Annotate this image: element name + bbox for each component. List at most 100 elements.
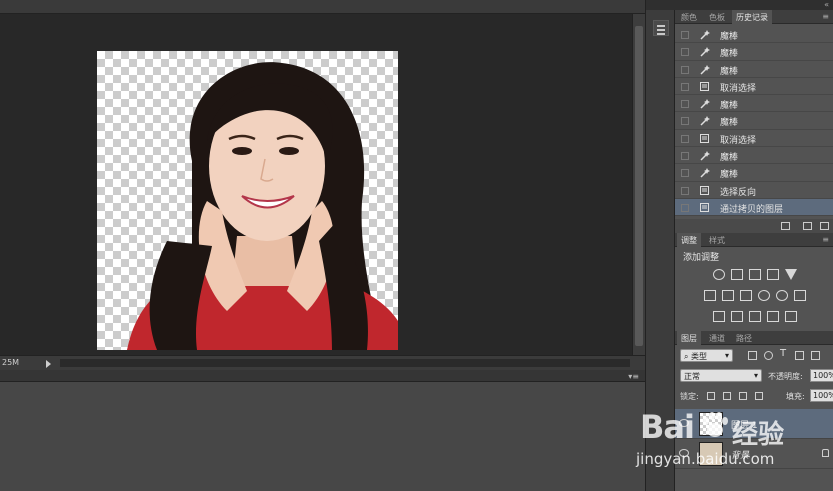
snapshot-checkbox[interactable]	[681, 169, 689, 178]
threshold-icon[interactable]	[749, 311, 761, 322]
exposure-icon[interactable]	[767, 269, 779, 280]
color-lookup-icon[interactable]	[794, 290, 806, 301]
timeline-panel	[0, 382, 645, 491]
magic-wand-icon	[699, 46, 710, 57]
snapshot-checkbox[interactable]	[681, 186, 689, 195]
opacity-input[interactable]: 100%	[810, 369, 833, 382]
vibrance-icon[interactable]	[785, 269, 797, 280]
history-row[interactable]: 魔棒	[675, 95, 833, 113]
photo-filter-icon[interactable]	[758, 290, 770, 301]
document-tab-bar	[0, 0, 645, 14]
kind-filter-select[interactable]: ⌕ 类型 ▾	[680, 349, 733, 362]
posterize-icon[interactable]	[731, 311, 743, 322]
history-row[interactable]: 选择反向	[675, 182, 833, 199]
scroll-thumb[interactable]	[635, 26, 643, 346]
snapshot-checkbox[interactable]	[681, 65, 689, 74]
layers-tabbar: 图层 通道 路径	[675, 331, 833, 345]
fill-label: 填充:	[786, 392, 805, 401]
snapshot-checkbox[interactable]	[681, 117, 689, 126]
lock-position-icon[interactable]	[739, 392, 747, 400]
tab-layers[interactable]: 图层	[677, 331, 701, 345]
brightness-icon[interactable]	[713, 269, 725, 280]
black-white-icon[interactable]	[740, 290, 752, 301]
color-balance-icon[interactable]	[722, 290, 734, 301]
panel-menu-icon[interactable]: ≡	[822, 235, 829, 244]
camera-snapshot-icon[interactable]	[803, 222, 812, 230]
history-label: 取消选择	[720, 83, 757, 94]
watermark-url: jingyan.baidu.com	[636, 450, 775, 468]
panel-menu-icon[interactable]: ≡	[822, 12, 829, 21]
canvas-workspace[interactable]	[0, 14, 632, 355]
snapshot-checkbox[interactable]	[681, 134, 689, 143]
adjustments-title: 添加调整	[683, 253, 720, 263]
watermark-brand-suffix: 经验	[732, 420, 785, 450]
history-row-selected[interactable]: 通过拷贝的图层	[675, 198, 833, 217]
panels-dock-header: «	[675, 0, 833, 10]
pixel-filter-icon[interactable]	[748, 351, 757, 360]
kind-filter-value: 类型	[691, 352, 708, 361]
history-row[interactable]: 魔棒	[675, 26, 833, 44]
snapshot-checkbox[interactable]	[681, 203, 689, 212]
channel-mixer-icon[interactable]	[776, 290, 788, 301]
status-menu-arrow-icon[interactable]	[46, 360, 51, 368]
document-icon	[699, 81, 710, 92]
tab-color[interactable]: 颜色	[677, 10, 701, 24]
adjustment-filter-icon[interactable]	[764, 351, 773, 360]
tab-styles[interactable]: 样式	[705, 233, 729, 247]
tab-paths[interactable]: 路径	[732, 331, 756, 345]
history-label: 取消选择	[720, 135, 757, 146]
vertical-scrollbar[interactable]	[632, 14, 645, 355]
adjustments-body: 添加调整	[675, 248, 833, 330]
blend-mode-select[interactable]: 正常 ▾	[680, 369, 762, 382]
tab-history[interactable]: 历史记录	[732, 10, 772, 24]
selective-color-icon[interactable]	[785, 311, 797, 322]
lock-transparent-icon[interactable]	[707, 392, 715, 400]
magic-wand-icon	[699, 29, 710, 40]
fill-input[interactable]: 100%	[810, 389, 833, 402]
lock-brush-icon[interactable]	[723, 392, 731, 400]
tab-swatches[interactable]: 色板	[705, 10, 729, 24]
horizontal-scrollbar[interactable]	[60, 359, 630, 367]
document-icon	[699, 185, 710, 196]
document-canvas[interactable]	[97, 51, 398, 350]
baidu-jingyan-watermark: Bai 经验 jingyan.baidu.com	[632, 402, 832, 482]
panel-menu-icon[interactable]: ▾≡	[628, 372, 639, 381]
history-row[interactable]: 魔棒	[675, 43, 833, 61]
invert-icon[interactable]	[713, 311, 725, 322]
new-document-from-state-icon[interactable]	[781, 222, 790, 230]
trash-icon[interactable]	[820, 222, 829, 230]
history-label: 魔棒	[720, 153, 739, 164]
document-icon	[699, 133, 710, 144]
snapshot-checkbox[interactable]	[681, 48, 689, 57]
levels-icon[interactable]	[731, 269, 743, 280]
tab-channels[interactable]: 通道	[705, 331, 729, 345]
snapshot-checkbox[interactable]	[681, 100, 689, 109]
snapshot-checkbox[interactable]	[681, 82, 689, 91]
gradient-map-icon[interactable]	[767, 311, 779, 322]
snapshot-checkbox[interactable]	[681, 152, 689, 161]
history-row[interactable]: 魔棒	[675, 61, 833, 78]
snapshot-checkbox[interactable]	[681, 31, 689, 39]
history-panel-icon[interactable]	[653, 20, 669, 36]
tab-adjustments[interactable]: 调整	[677, 233, 701, 247]
dock-collapse-bar[interactable]	[646, 0, 676, 10]
hue-saturation-icon[interactable]	[704, 290, 716, 301]
history-footer	[675, 219, 833, 233]
collapse-panels-icon[interactable]: «	[824, 0, 829, 9]
lock-label: 锁定:	[680, 392, 699, 401]
type-filter-icon[interactable]: T	[780, 348, 789, 359]
smart-object-filter-icon[interactable]	[811, 351, 820, 360]
shape-filter-icon[interactable]	[795, 351, 804, 360]
history-row[interactable]: 魔棒	[675, 164, 833, 182]
curves-icon[interactable]	[749, 269, 761, 280]
history-row[interactable]: 魔棒	[675, 112, 833, 130]
history-row[interactable]: 取消选择	[675, 130, 833, 148]
history-row[interactable]: 魔棒	[675, 147, 833, 165]
magic-wand-icon	[699, 115, 710, 127]
history-label: 魔棒	[720, 170, 739, 181]
history-row[interactable]: 取消选择	[675, 78, 833, 96]
history-label: 魔棒	[720, 32, 739, 42]
chevron-down-icon: ▾	[724, 351, 729, 360]
lock-all-icon[interactable]	[755, 392, 763, 400]
magic-wand-icon	[699, 64, 710, 75]
